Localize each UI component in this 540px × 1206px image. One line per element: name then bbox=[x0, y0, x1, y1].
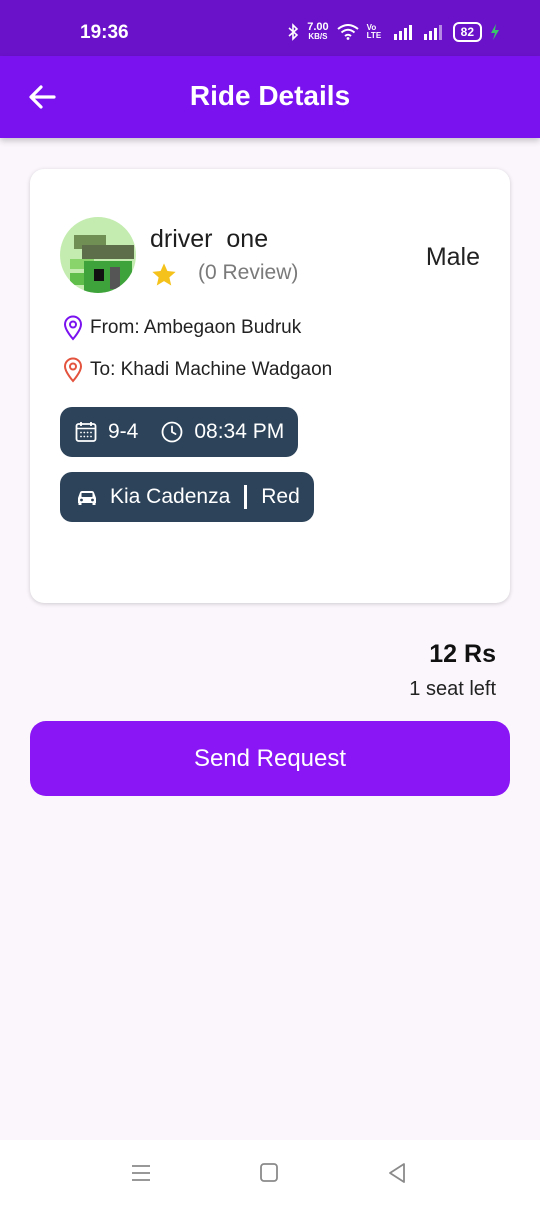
square-icon bbox=[260, 1163, 278, 1182]
driver-avatar[interactable] bbox=[60, 217, 136, 293]
status-icons: 7.00 KB/S Vo LTE 82 bbox=[287, 20, 500, 44]
signal-icon-2 bbox=[423, 25, 442, 40]
net-speed-unit: KB/S bbox=[308, 32, 328, 41]
charging-icon bbox=[491, 24, 499, 40]
status-bar: 19:36 7.00 KB/S Vo LTE 82 bbox=[0, 0, 540, 56]
from-text: From: Ambegaon Budruk bbox=[90, 317, 302, 338]
vehicle-divider bbox=[244, 485, 248, 509]
app-bar: Ride Details bbox=[0, 56, 540, 138]
send-request-button[interactable]: Send Request bbox=[30, 721, 510, 796]
to-text: To: Khadi Machine Wadgaon bbox=[90, 359, 333, 380]
seats-left: 1 seat left bbox=[409, 678, 496, 700]
calendar-icon bbox=[75, 422, 97, 442]
driver-gender: Male bbox=[425, 243, 480, 271]
page-title: Ride Details bbox=[189, 80, 351, 111]
bluetooth-icon bbox=[288, 23, 299, 41]
car-icon bbox=[78, 491, 96, 505]
menu-lines-icon bbox=[132, 1165, 150, 1181]
review-count: (0 Review) bbox=[198, 261, 299, 284]
location-pin-icon bbox=[63, 315, 83, 341]
location-pin-icon bbox=[63, 357, 83, 383]
from-location: From: Ambegaon Budruk bbox=[62, 315, 301, 341]
to-location: To: Khadi Machine Wadgaon bbox=[62, 357, 332, 383]
ride-date: 9-4 bbox=[108, 420, 139, 443]
triangle-back-icon bbox=[389, 1163, 405, 1183]
wifi-icon bbox=[337, 24, 359, 40]
avatar-image bbox=[60, 217, 136, 293]
vehicle-model: Kia Cadenza bbox=[110, 485, 231, 508]
ride-card: driver one (0 Review) Male From: Ambegao… bbox=[30, 169, 510, 603]
signal-icon-1 bbox=[393, 25, 412, 40]
ride-time: 08:34 PM bbox=[194, 420, 285, 443]
recent-apps-button[interactable] bbox=[128, 1160, 154, 1186]
net-speed-value: 7.00 bbox=[307, 21, 329, 33]
clock-icon bbox=[161, 421, 183, 443]
battery-indicator: 82 bbox=[452, 22, 482, 42]
home-button[interactable] bbox=[256, 1160, 282, 1186]
status-time: 19:36 bbox=[80, 22, 129, 43]
ride-price: 12 Rs bbox=[429, 640, 496, 668]
vehicle-color: Red bbox=[261, 485, 300, 508]
schedule-pill: 9-4 08:34 PM bbox=[60, 407, 299, 457]
star-icon bbox=[152, 263, 176, 286]
driver-name: driver one bbox=[150, 225, 269, 253]
net-speed: 7.00 KB/S bbox=[307, 21, 329, 42]
vehicle-pill: Kia Cadenza Red bbox=[60, 472, 314, 522]
system-back-button[interactable] bbox=[384, 1160, 410, 1186]
volte-label: Vo LTE bbox=[366, 23, 382, 40]
system-nav-bar bbox=[0, 1140, 540, 1206]
